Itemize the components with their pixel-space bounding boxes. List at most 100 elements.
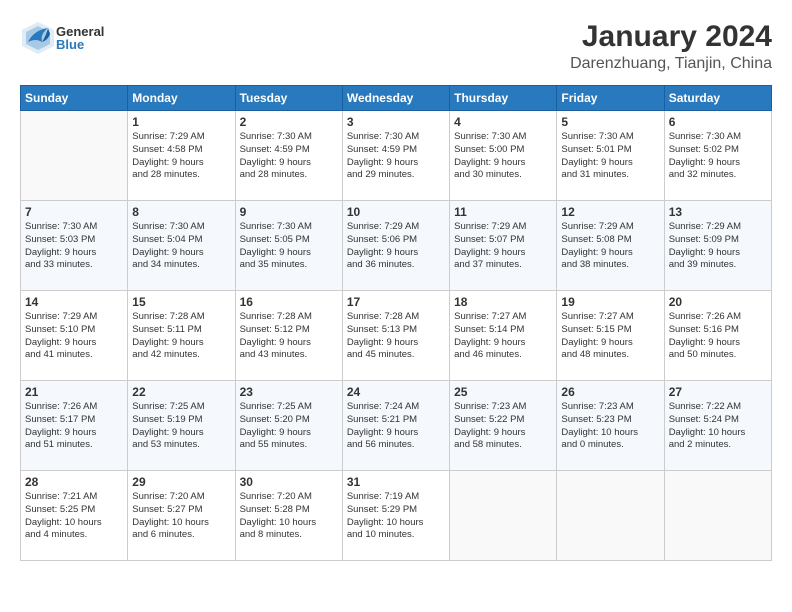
day-info: Sunrise: 7:30 AM Sunset: 5:03 PM Dayligh… bbox=[25, 221, 123, 272]
calendar-cell: 2 Sunrise: 7:30 AM Sunset: 4:59 PM Daylig… bbox=[235, 111, 342, 201]
day-info: Sunrise: 7:20 AM Sunset: 5:27 PM Dayligh… bbox=[132, 491, 230, 542]
day-info: Sunrise: 7:28 AM Sunset: 5:12 PM Dayligh… bbox=[240, 311, 338, 362]
day-number: 14 bbox=[25, 295, 123, 309]
day-number: 24 bbox=[347, 385, 445, 399]
day-info: Sunrise: 7:23 AM Sunset: 5:22 PM Dayligh… bbox=[454, 401, 552, 452]
day-info: Sunrise: 7:25 AM Sunset: 5:20 PM Dayligh… bbox=[240, 401, 338, 452]
day-number: 23 bbox=[240, 385, 338, 399]
header-wednesday: Wednesday bbox=[342, 86, 449, 111]
calendar-cell: 5Sunrise: 7:30 AM Sunset: 5:01 PM Daylig… bbox=[557, 111, 664, 201]
day-number: 11 bbox=[454, 205, 552, 219]
day-info: Sunrise: 7:20 AM Sunset: 5:28 PM Dayligh… bbox=[240, 491, 338, 542]
title-block: January 2024 Darenzhuang, Tianjin, China bbox=[570, 20, 772, 73]
day-number: 4 bbox=[454, 115, 552, 129]
day-number: 7 bbox=[25, 205, 123, 219]
calendar-cell: 16 Sunrise: 7:28 AM Sunset: 5:12 PM Dayli… bbox=[235, 291, 342, 381]
calendar-cell bbox=[450, 471, 557, 561]
day-info: Sunrise: 7:24 AM Sunset: 5:21 PM Dayligh… bbox=[347, 401, 445, 452]
calendar-cell: 23 Sunrise: 7:25 AM Sunset: 5:20 PM Dayli… bbox=[235, 381, 342, 471]
day-number: 9 bbox=[240, 205, 338, 219]
day-info: Sunrise: 7:28 AM Sunset: 5:11 PM Dayligh… bbox=[132, 311, 230, 362]
calendar-cell: 8Sunrise: 7:30 AM Sunset: 5:04 PM Daylig… bbox=[128, 201, 235, 291]
day-number: 3 bbox=[347, 115, 445, 129]
calendar-cell: 4 Sunrise: 7:30 AM Sunset: 5:00 PM Daylig… bbox=[450, 111, 557, 201]
day-number: 6 bbox=[669, 115, 767, 129]
day-number: 20 bbox=[669, 295, 767, 309]
header-sunday: Sunday bbox=[21, 86, 128, 111]
day-number: 27 bbox=[669, 385, 767, 399]
calendar-cell: 14Sunrise: 7:29 AM Sunset: 5:10 PM Dayli… bbox=[21, 291, 128, 381]
calendar-cell: 24 Sunrise: 7:24 AM Sunset: 5:21 PM Dayli… bbox=[342, 381, 449, 471]
day-number: 29 bbox=[132, 475, 230, 489]
calendar-cell: 21 Sunrise: 7:26 AM Sunset: 5:17 PM Dayli… bbox=[21, 381, 128, 471]
header-tuesday: Tuesday bbox=[235, 86, 342, 111]
day-number: 12 bbox=[561, 205, 659, 219]
day-info: Sunrise: 7:21 AM Sunset: 5:25 PM Dayligh… bbox=[25, 491, 123, 542]
calendar-cell: 22 Sunrise: 7:25 AM Sunset: 5:19 PM Dayli… bbox=[128, 381, 235, 471]
day-number: 15 bbox=[132, 295, 230, 309]
header-thursday: Thursday bbox=[450, 86, 557, 111]
day-number: 31 bbox=[347, 475, 445, 489]
calendar-cell: 6 Sunrise: 7:30 AM Sunset: 5:02 PM Daylig… bbox=[664, 111, 771, 201]
day-info: Sunrise: 7:29 AM Sunset: 5:07 PM Dayligh… bbox=[454, 221, 552, 272]
calendar-cell: 27Sunrise: 7:22 AM Sunset: 5:24 PM Dayli… bbox=[664, 381, 771, 471]
day-info: Sunrise: 7:27 AM Sunset: 5:14 PM Dayligh… bbox=[454, 311, 552, 362]
calendar-cell: 20Sunrise: 7:26 AM Sunset: 5:16 PM Dayli… bbox=[664, 291, 771, 381]
day-info: Sunrise: 7:30 AM Sunset: 4:59 PM Dayligh… bbox=[240, 131, 338, 182]
logo-text-block: General Blue bbox=[56, 25, 104, 51]
page: General Blue January 2024 Darenzhuang, T… bbox=[0, 0, 792, 612]
logo: General Blue bbox=[20, 20, 104, 56]
day-number: 18 bbox=[454, 295, 552, 309]
day-number: 8 bbox=[132, 205, 230, 219]
day-number: 30 bbox=[240, 475, 338, 489]
day-number: 28 bbox=[25, 475, 123, 489]
day-number: 22 bbox=[132, 385, 230, 399]
day-number: 10 bbox=[347, 205, 445, 219]
calendar-cell: 26 Sunrise: 7:23 AM Sunset: 5:23 PM Dayli… bbox=[557, 381, 664, 471]
calendar-cell: 3 Sunrise: 7:30 AM Sunset: 4:59 PM Daylig… bbox=[342, 111, 449, 201]
calendar-cell: 30 Sunrise: 7:20 AM Sunset: 5:28 PM Dayli… bbox=[235, 471, 342, 561]
calendar-cell: 15 Sunrise: 7:28 AM Sunset: 5:11 PM Dayli… bbox=[128, 291, 235, 381]
day-number: 19 bbox=[561, 295, 659, 309]
calendar-week-row: 21 Sunrise: 7:26 AM Sunset: 5:17 PM Dayli… bbox=[21, 381, 772, 471]
day-number: 17 bbox=[347, 295, 445, 309]
calendar-week-row: 7 Sunrise: 7:30 AM Sunset: 5:03 PM Daylig… bbox=[21, 201, 772, 291]
day-info: Sunrise: 7:28 AM Sunset: 5:13 PM Dayligh… bbox=[347, 311, 445, 362]
calendar-cell: 9Sunrise: 7:30 AM Sunset: 5:05 PM Daylig… bbox=[235, 201, 342, 291]
calendar-cell: 19 Sunrise: 7:27 AM Sunset: 5:15 PM Dayli… bbox=[557, 291, 664, 381]
calendar-cell: 18 Sunrise: 7:27 AM Sunset: 5:14 PM Dayli… bbox=[450, 291, 557, 381]
logo-blue-text: Blue bbox=[56, 38, 104, 51]
calendar-cell: 28 Sunrise: 7:21 AM Sunset: 5:25 PM Dayli… bbox=[21, 471, 128, 561]
day-number: 26 bbox=[561, 385, 659, 399]
month-title: January 2024 bbox=[570, 20, 772, 53]
day-info: Sunrise: 7:30 AM Sunset: 5:02 PM Dayligh… bbox=[669, 131, 767, 182]
day-info: Sunrise: 7:26 AM Sunset: 5:17 PM Dayligh… bbox=[25, 401, 123, 452]
location-title: Darenzhuang, Tianjin, China bbox=[570, 55, 772, 73]
calendar-cell bbox=[21, 111, 128, 201]
day-number: 13 bbox=[669, 205, 767, 219]
day-number: 2 bbox=[240, 115, 338, 129]
day-info: Sunrise: 7:25 AM Sunset: 5:19 PM Dayligh… bbox=[132, 401, 230, 452]
day-info: Sunrise: 7:30 AM Sunset: 5:01 PM Dayligh… bbox=[561, 131, 659, 182]
calendar-cell: 11 Sunrise: 7:29 AM Sunset: 5:07 PM Dayli… bbox=[450, 201, 557, 291]
day-number: 25 bbox=[454, 385, 552, 399]
logo-icon bbox=[20, 20, 56, 56]
day-info: Sunrise: 7:23 AM Sunset: 5:23 PM Dayligh… bbox=[561, 401, 659, 452]
header-monday: Monday bbox=[128, 86, 235, 111]
day-number: 1 bbox=[132, 115, 230, 129]
calendar-cell: 13Sunrise: 7:29 AM Sunset: 5:09 PM Dayli… bbox=[664, 201, 771, 291]
day-info: Sunrise: 7:27 AM Sunset: 5:15 PM Dayligh… bbox=[561, 311, 659, 362]
calendar-week-row: 14Sunrise: 7:29 AM Sunset: 5:10 PM Dayli… bbox=[21, 291, 772, 381]
calendar-cell: 12 Sunrise: 7:29 AM Sunset: 5:08 PM Dayli… bbox=[557, 201, 664, 291]
calendar-table: Sunday Monday Tuesday Wednesday Thursday… bbox=[20, 85, 772, 561]
calendar-cell: 1 Sunrise: 7:29 AM Sunset: 4:58 PM Daylig… bbox=[128, 111, 235, 201]
calendar-week-row: 1 Sunrise: 7:29 AM Sunset: 4:58 PM Daylig… bbox=[21, 111, 772, 201]
day-info: Sunrise: 7:30 AM Sunset: 5:00 PM Dayligh… bbox=[454, 131, 552, 182]
day-number: 16 bbox=[240, 295, 338, 309]
calendar-cell: 17 Sunrise: 7:28 AM Sunset: 5:13 PM Dayli… bbox=[342, 291, 449, 381]
day-info: Sunrise: 7:29 AM Sunset: 4:58 PM Dayligh… bbox=[132, 131, 230, 182]
day-info: Sunrise: 7:29 AM Sunset: 5:08 PM Dayligh… bbox=[561, 221, 659, 272]
calendar-cell: 29 Sunrise: 7:20 AM Sunset: 5:27 PM Dayli… bbox=[128, 471, 235, 561]
day-info: Sunrise: 7:30 AM Sunset: 4:59 PM Dayligh… bbox=[347, 131, 445, 182]
day-number: 21 bbox=[25, 385, 123, 399]
